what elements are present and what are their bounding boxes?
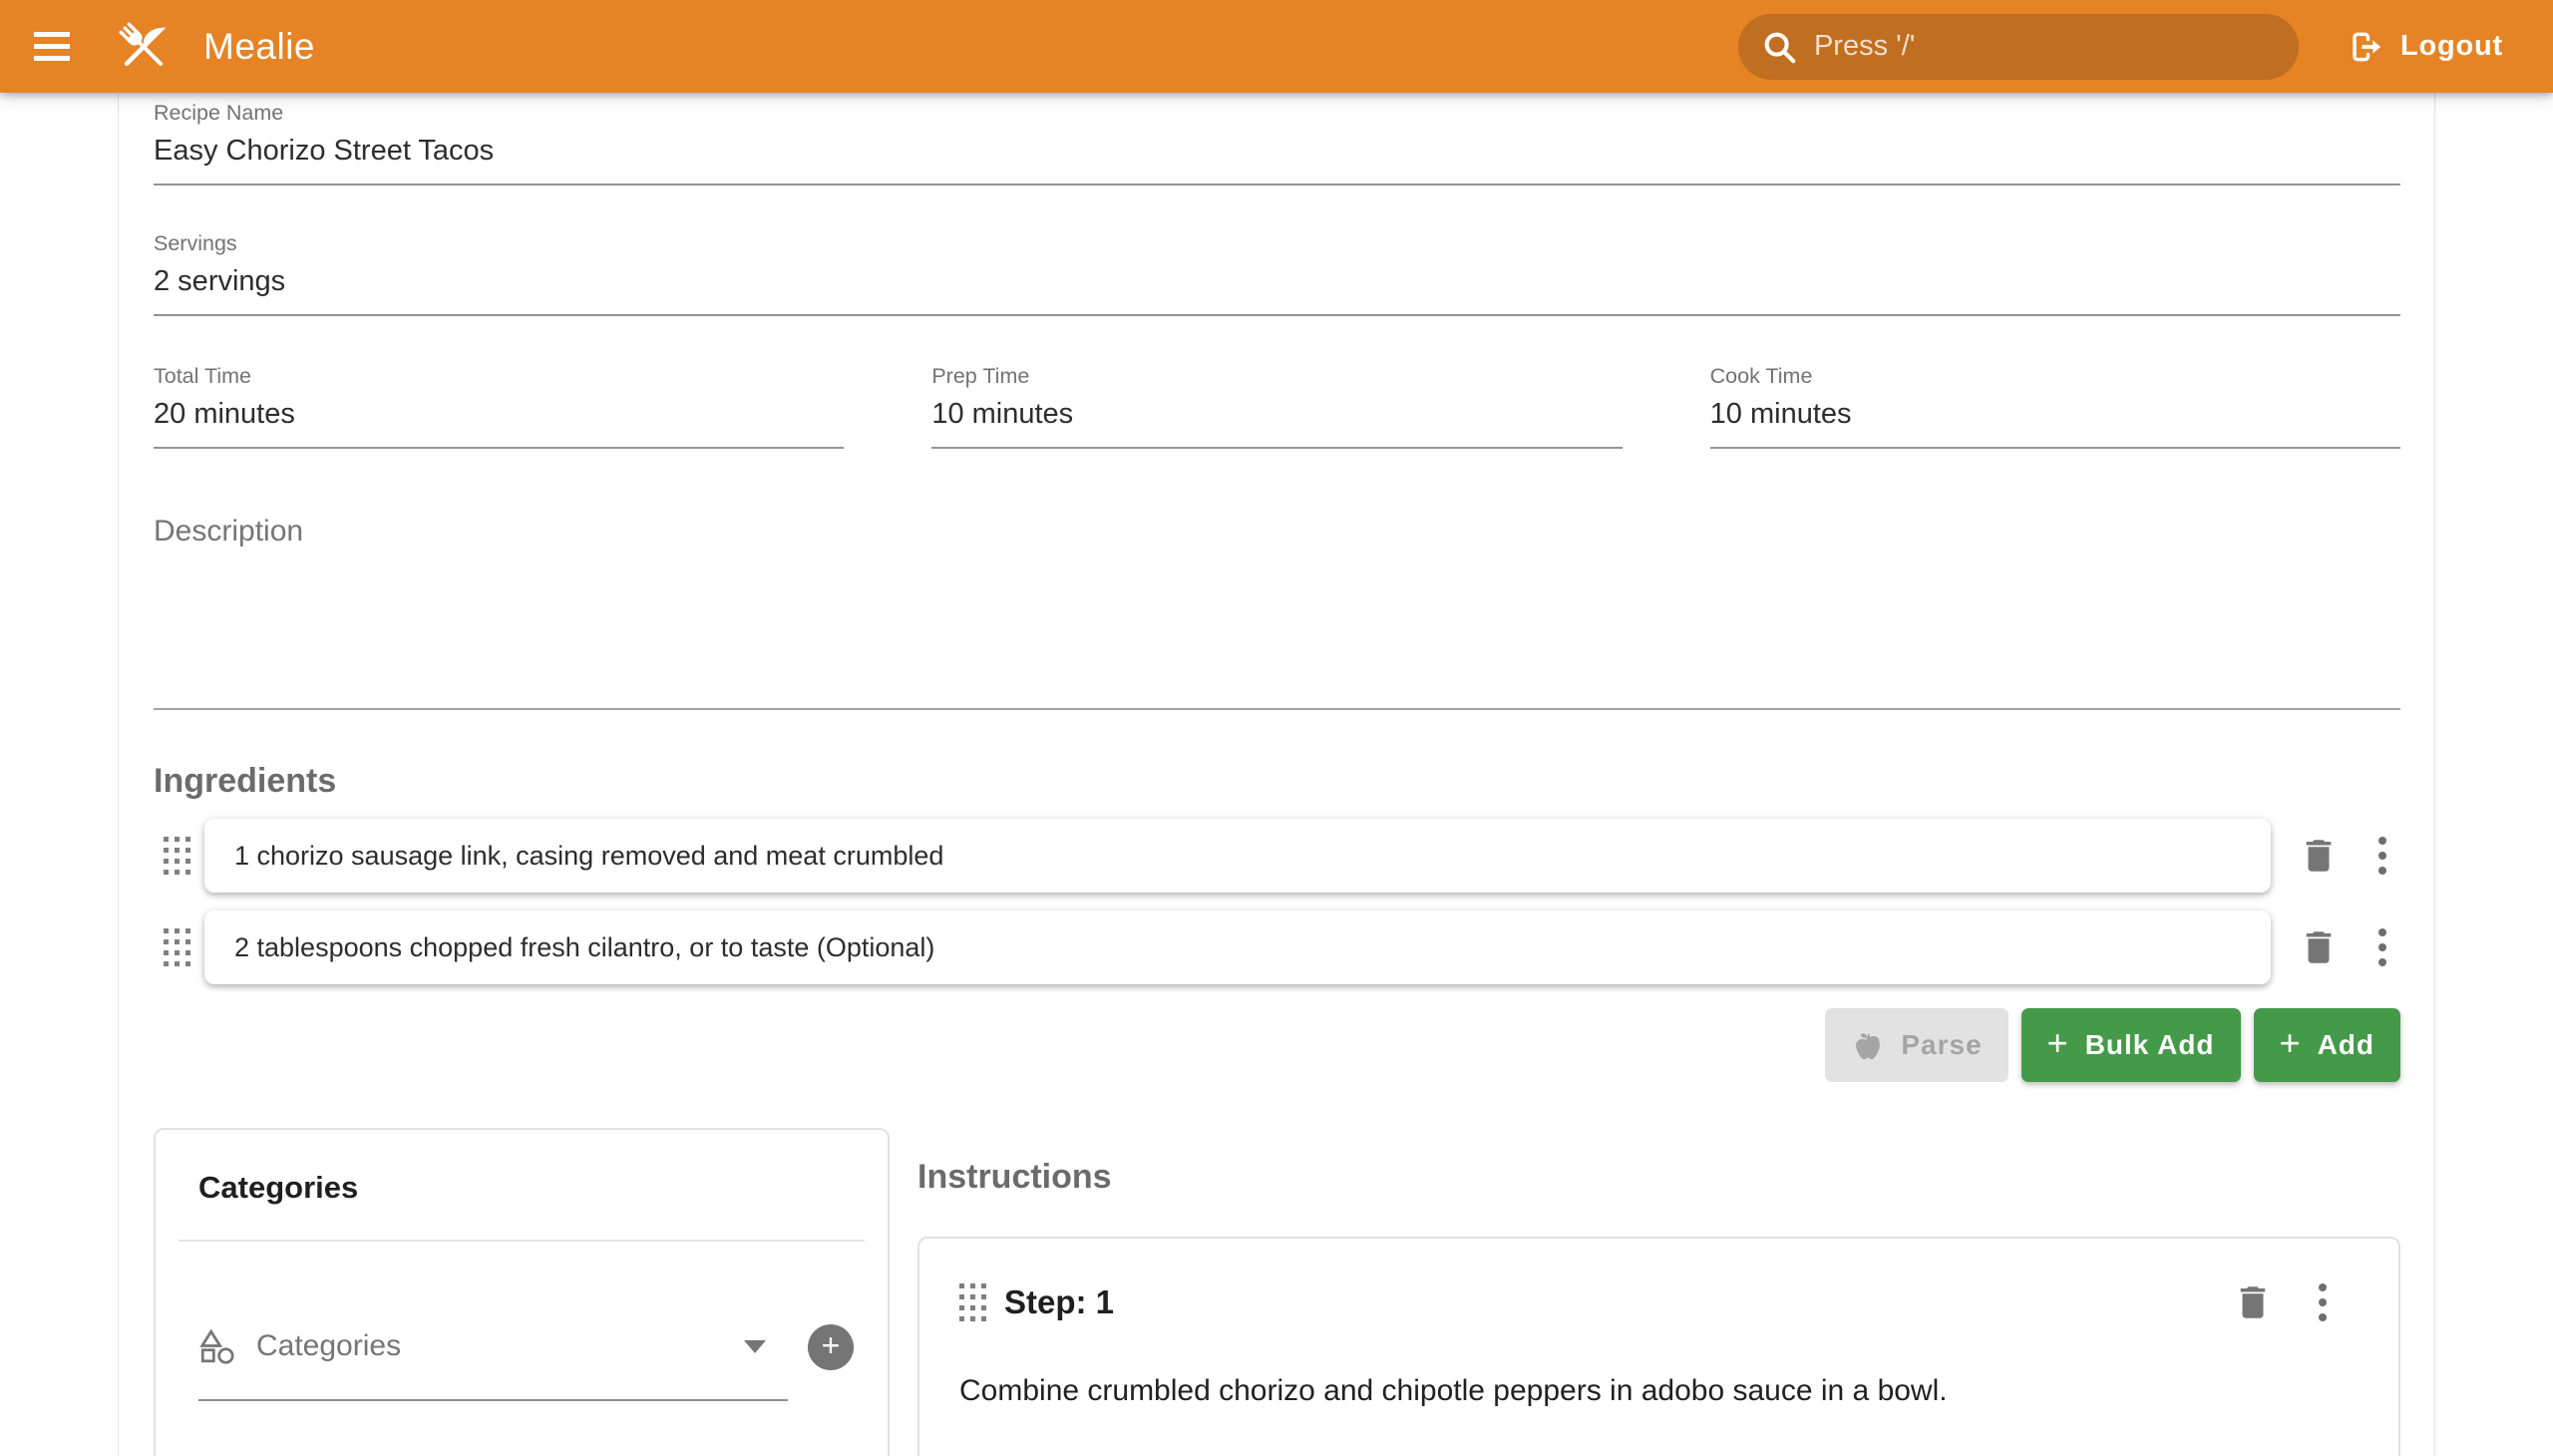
search-icon <box>1760 28 1798 66</box>
trash-icon <box>2298 835 2340 877</box>
step-text-input[interactable]: Combine crumbled chorizo and chipotle pe… <box>959 1370 2359 1412</box>
trash-icon <box>2298 926 2340 968</box>
logout-icon <box>2349 29 2384 65</box>
recipe-form-card: Recipe Name Easy Chorizo Street Tacos Se… <box>118 93 2435 1456</box>
search-bar[interactable] <box>1738 14 2299 80</box>
instructions-heading: Instructions <box>917 1158 2400 1197</box>
add-label: Add <box>2318 1029 2374 1061</box>
field-underline <box>931 447 1622 449</box>
shapes-icon <box>198 1327 236 1365</box>
app-bar: Mealie Logout <box>0 0 2553 93</box>
servings-label: Servings <box>154 231 2400 256</box>
step-title: Step: 1 <box>1004 1283 2229 1321</box>
plus-icon: + <box>2280 1025 2302 1061</box>
delete-ingredient-button[interactable] <box>2295 832 2343 880</box>
cook-time-value[interactable]: 10 minutes <box>1710 398 2400 431</box>
recipe-editor-screen: Mealie Logout Recipe Name Easy Chorizo S… <box>0 0 2553 1456</box>
ingredient-row: 2 tablespoons chopped fresh cilantro, or… <box>154 910 2400 984</box>
recipe-name-value[interactable]: Easy Chorizo Street Tacos <box>154 135 2400 168</box>
total-time-field[interactable]: Total Time 20 minutes <box>154 364 844 449</box>
bottom-columns: Categories Categories <box>154 1128 2400 1456</box>
categories-card-title: Categories <box>198 1170 865 1206</box>
cook-time-label: Cook Time <box>1710 364 2400 389</box>
prep-time-field[interactable]: Prep Time 10 minutes <box>931 364 1622 449</box>
recipe-name-field[interactable]: Recipe Name Easy Chorizo Street Tacos <box>154 93 2400 185</box>
prep-time-value[interactable]: 10 minutes <box>931 398 1622 431</box>
step-header: Step: 1 <box>959 1278 2359 1326</box>
field-underline <box>154 183 2400 185</box>
step-menu-button[interactable] <box>2305 1278 2341 1326</box>
categories-select-row: Categories + <box>198 1242 854 1401</box>
total-time-value[interactable]: 20 minutes <box>154 398 844 431</box>
prep-time-label: Prep Time <box>931 364 1622 389</box>
drag-handle-icon[interactable] <box>959 1283 986 1321</box>
kebab-icon <box>2378 928 2386 966</box>
field-underline <box>154 708 2400 710</box>
ingredient-input[interactable]: 1 chorizo sausage link, casing removed a… <box>204 819 2271 893</box>
field-underline <box>154 447 844 449</box>
drag-handle-icon[interactable] <box>164 928 190 966</box>
description-field[interactable]: Description <box>154 515 2400 710</box>
ingredient-menu-button[interactable] <box>2365 923 2400 971</box>
logout-label: Logout <box>2400 30 2503 63</box>
kebab-icon <box>2319 1283 2327 1321</box>
categories-select-placeholder: Categories <box>256 1329 744 1363</box>
drag-handle-icon[interactable] <box>164 837 190 875</box>
total-time-label: Total Time <box>154 364 844 389</box>
step-card: Step: 1 Combine crumbled chorizo and chi… <box>917 1237 2400 1456</box>
recipe-name-label: Recipe Name <box>154 101 2400 126</box>
cook-time-field[interactable]: Cook Time 10 minutes <box>1710 364 2400 449</box>
description-placeholder: Description <box>154 515 2400 548</box>
ingredient-text: 1 chorizo sausage link, casing removed a… <box>234 841 943 872</box>
delete-ingredient-button[interactable] <box>2295 923 2343 971</box>
field-underline <box>1710 447 2400 449</box>
add-ingredient-button[interactable]: + Add <box>2254 1008 2400 1082</box>
ingredient-actions-row: Parse + Bulk Add + Add <box>154 1008 2400 1082</box>
ingredient-row: 1 chorizo sausage link, casing removed a… <box>154 819 2400 893</box>
app-title: Mealie <box>203 26 315 68</box>
ingredient-input[interactable]: 2 tablespoons chopped fresh cilantro, or… <box>204 910 2271 984</box>
logout-button[interactable]: Logout <box>2341 19 2511 75</box>
field-underline <box>154 314 2400 316</box>
bulk-add-button[interactable]: + Bulk Add <box>2021 1008 2241 1082</box>
categories-column: Categories Categories <box>154 1128 890 1456</box>
servings-value[interactable]: 2 servings <box>154 265 2400 298</box>
plus-icon: + <box>2047 1025 2069 1061</box>
add-category-button[interactable]: + <box>808 1324 854 1370</box>
time-fields-row: Total Time 20 minutes Prep Time 10 minut… <box>154 364 2400 449</box>
ingredient-text: 2 tablespoons chopped fresh cilantro, or… <box>234 932 934 963</box>
categories-card: Categories Categories <box>154 1128 890 1456</box>
parse-label: Parse <box>1901 1029 1982 1061</box>
delete-step-button[interactable] <box>2229 1278 2277 1326</box>
ingredient-menu-button[interactable] <box>2365 832 2400 880</box>
kebab-icon <box>2378 837 2386 875</box>
categories-select[interactable]: Categories <box>198 1293 788 1401</box>
instructions-column: Instructions Step: 1 <box>917 1128 2400 1456</box>
ingredients-heading: Ingredients <box>154 762 2400 801</box>
menu-icon[interactable] <box>20 15 84 79</box>
mealie-logo-icon <box>110 13 178 81</box>
plus-icon: + <box>822 1329 841 1361</box>
parse-button[interactable]: Parse <box>1825 1008 2007 1082</box>
bulk-add-label: Bulk Add <box>2085 1029 2215 1061</box>
servings-field[interactable]: Servings 2 servings <box>154 231 2400 316</box>
search-input[interactable] <box>1814 30 2279 63</box>
trash-icon <box>2232 1281 2274 1323</box>
apple-icon <box>1851 1028 1885 1062</box>
chevron-down-icon <box>744 1340 766 1353</box>
